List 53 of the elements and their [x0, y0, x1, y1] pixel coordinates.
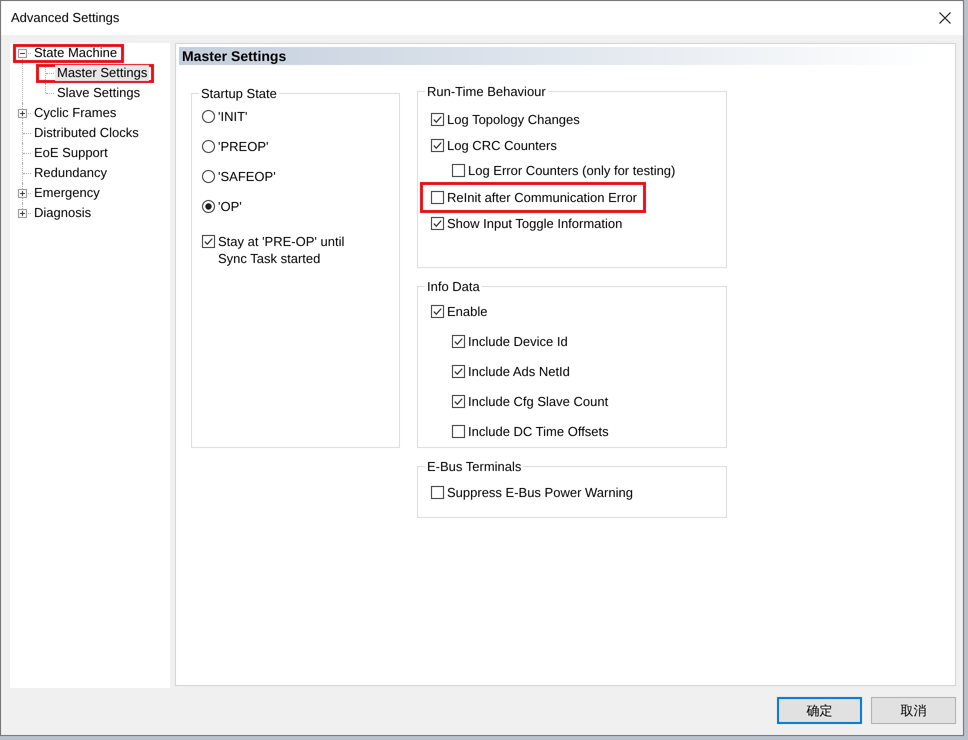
checkbox-icon[interactable] — [452, 335, 465, 348]
checkbox-icon[interactable] — [431, 138, 444, 152]
group-title: Startup State — [200, 86, 278, 101]
tree-item[interactable]: Slave Settings — [55, 85, 142, 101]
group-title: Run-Time Behaviour — [426, 84, 547, 99]
radio-option[interactable]: 'INIT' — [202, 101, 248, 131]
tree-item[interactable]: Diagnosis — [32, 205, 94, 221]
radio-option[interactable]: 'SAFEOP' — [202, 161, 276, 191]
confirm-button[interactable]: 确定 — [777, 697, 862, 724]
checkbox-option[interactable]: Include DC Time Offsets — [452, 416, 609, 446]
checkbox-icon[interactable] — [431, 305, 444, 318]
tree-item[interactable]: State Machine — [32, 45, 120, 61]
window-title: Advanced Settings — [11, 10, 120, 26]
checkbox-option[interactable]: Include Device Id — [452, 326, 568, 356]
expand-icon[interactable] — [18, 208, 27, 218]
checkbox-icon[interactable] — [431, 486, 444, 499]
cancel-button[interactable]: 取消 — [871, 697, 956, 724]
checkbox-icon[interactable] — [431, 113, 444, 126]
tree-item[interactable]: EoE Support — [32, 145, 110, 161]
checkbox-icon[interactable] — [452, 395, 465, 408]
checkbox-option[interactable]: Include Cfg Slave Count — [452, 386, 608, 416]
checkbox-option[interactable]: Stay at 'PRE-OP' until Sync Task started — [202, 233, 359, 267]
tree-item[interactable]: Emergency — [32, 185, 102, 201]
group-title: Info Data — [426, 278, 481, 294]
group-title: E-Bus Terminals — [426, 458, 522, 474]
checkbox-icon[interactable] — [452, 425, 465, 438]
expand-icon[interactable] — [18, 188, 27, 198]
tree-item[interactable]: Distributed Clocks — [32, 125, 141, 141]
checkbox-option[interactable]: Log CRC Counters — [431, 132, 557, 158]
checkbox-option[interactable]: ReInit after Communication Error — [431, 184, 638, 210]
checkbox-icon[interactable] — [202, 235, 215, 248]
checkbox-icon[interactable] — [452, 164, 465, 178]
close-icon[interactable] — [939, 12, 951, 24]
radio-icon[interactable] — [202, 200, 215, 212]
checkbox-option[interactable]: Include Ads NetId — [452, 356, 570, 386]
tree-item[interactable]: Master Settings — [55, 65, 150, 81]
radio-icon[interactable] — [202, 110, 215, 122]
tree-item[interactable]: Cyclic Frames — [32, 105, 118, 121]
radio-option[interactable]: 'OP' — [202, 191, 242, 221]
radio-option[interactable]: 'PREOP' — [202, 131, 268, 161]
checkbox-option[interactable]: Enable — [431, 296, 488, 326]
expand-icon[interactable] — [18, 108, 27, 118]
radio-icon[interactable] — [202, 170, 215, 182]
checkbox-option[interactable]: Suppress E-Bus Power Warning — [431, 478, 633, 508]
radio-icon[interactable] — [202, 140, 215, 152]
checkbox-icon[interactable] — [431, 217, 444, 230]
checkbox-icon[interactable] — [452, 365, 465, 378]
checkbox-option[interactable]: Show Input Toggle Information — [431, 211, 622, 236]
collapse-icon[interactable] — [18, 48, 27, 58]
checkbox-option[interactable]: Log Topology Changes — [431, 107, 580, 132]
checkbox-option[interactable]: Log Error Counters (only for testing) — [452, 158, 676, 184]
checkbox-icon[interactable] — [431, 190, 444, 204]
tree-item[interactable]: Redundancy — [32, 165, 109, 181]
